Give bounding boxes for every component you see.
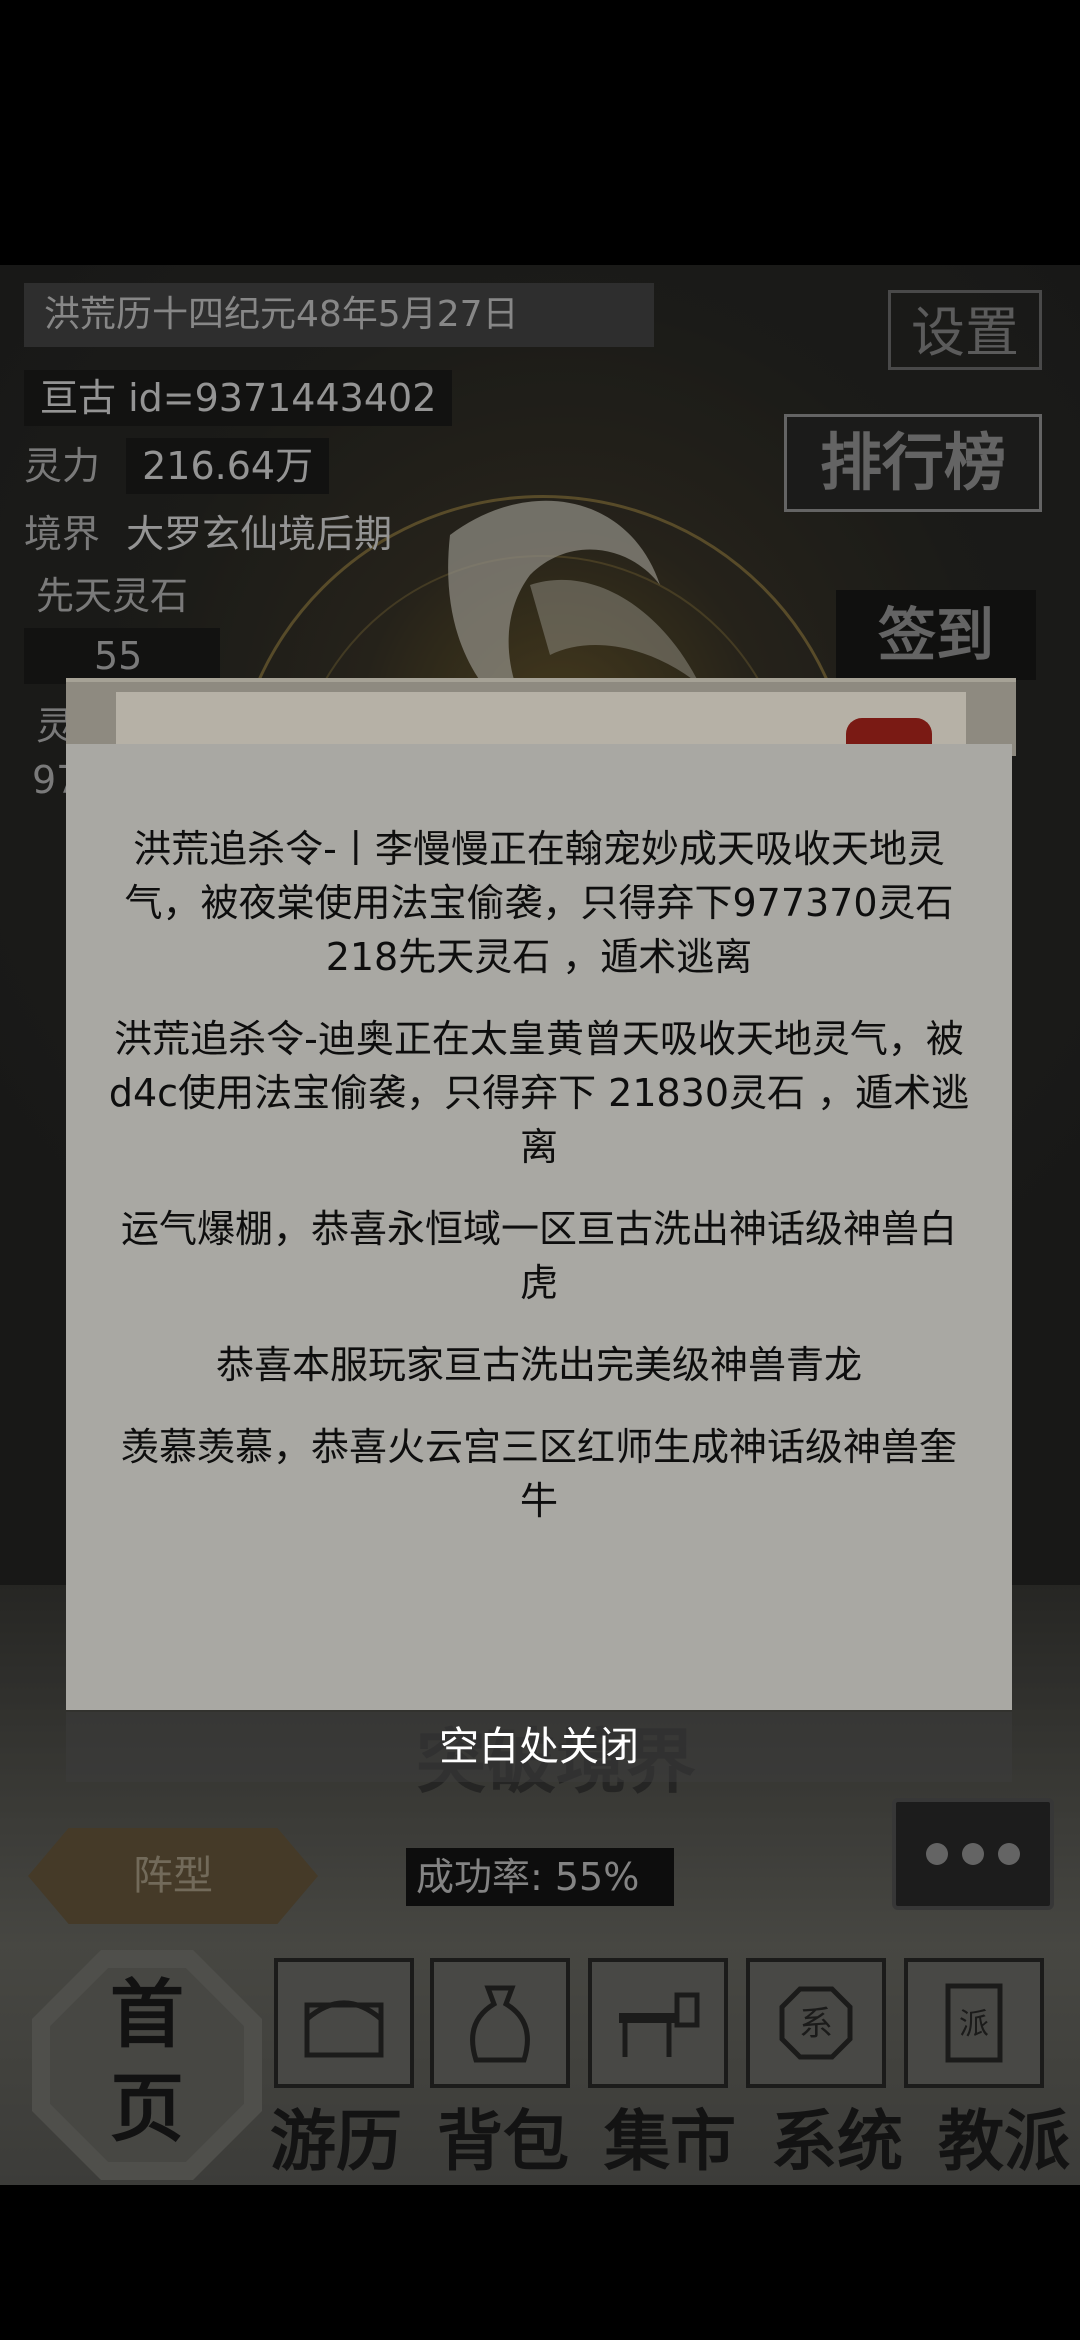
announcement-message: 洪荒追杀令-丨李慢慢正在翰宠妙成天吸收天地灵气，被夜棠使用法宝偷袭，只得弃下97… xyxy=(124,827,954,979)
announcement-message: 运气爆棚，恭喜永恒域一区亘古洗出神话级神兽白虎 xyxy=(120,1207,957,1305)
close-hint[interactable]: 空白处关闭 xyxy=(66,1712,1012,1782)
announcement-message: 洪荒追杀令-迪奥正在太皇黄曾天吸收天地灵气，被d4c使用法宝偷袭，只得弃下 21… xyxy=(108,1017,970,1169)
announcement-modal: 洪荒追杀令-丨李慢慢正在翰宠妙成天吸收天地灵气，被夜棠使用法宝偷袭，只得弃下97… xyxy=(66,744,1012,1710)
scroll-header-inner xyxy=(116,692,966,752)
announcement-message: 恭喜本服玩家亘古洗出完美级神兽青龙 xyxy=(215,1343,862,1387)
announcement-message: 羡慕羡慕，恭喜火云宫三区红师生成神话级神兽奎牛 xyxy=(120,1425,957,1523)
